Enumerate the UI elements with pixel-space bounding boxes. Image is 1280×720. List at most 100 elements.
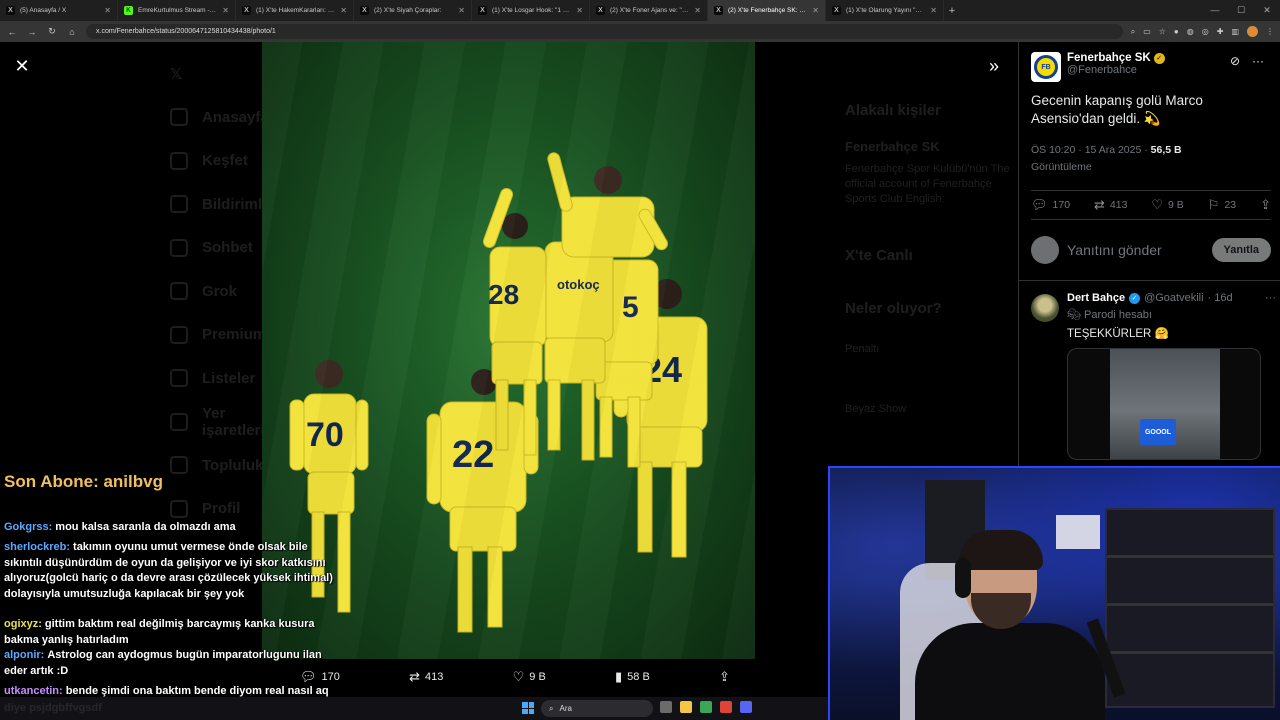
new-tab-icon[interactable]: + bbox=[944, 5, 960, 17]
repost-button[interactable]: ⇄ 413 bbox=[1094, 197, 1127, 213]
x-photo-viewer: 𝕏 Anasayfa Keşfet Bildirimler Sohbet Grok Prem… bbox=[0, 42, 1280, 720]
profile-avatar[interactable] bbox=[1247, 26, 1258, 37]
like-button[interactable]: ♡ 9 B bbox=[1151, 197, 1183, 213]
browser-tab[interactable]: X (2) X'te Fenerbahçe SK: "Gecen ✕ bbox=[708, 0, 826, 21]
repost-button[interactable]: ⇄ 413 bbox=[409, 669, 443, 685]
chrome-icon[interactable] bbox=[720, 701, 732, 713]
zoom-icon[interactable]: ⌕ bbox=[1131, 27, 1135, 37]
tweet-stats-bar: 💬︎ 170 ⇄ 413 ♡ 9 B ⚐ 23 ⇪ bbox=[1031, 190, 1271, 220]
nav-icon bbox=[170, 195, 188, 214]
chat-username: utkancetin: bbox=[4, 685, 63, 697]
browser-tab[interactable]: X (1) X'te Losgar Hook: "1 haftalık ✕ bbox=[472, 0, 590, 21]
extension-icons: ⌕ ▭ ☆ ● ◍ ◎ ✚ ▥ ⋮ bbox=[1131, 26, 1274, 37]
more-icon[interactable]: ··· bbox=[1252, 54, 1264, 68]
close-tab-icon[interactable]: ✕ bbox=[104, 6, 111, 15]
close-icon[interactable]: ✕ bbox=[10, 54, 34, 78]
reply-media[interactable]: GOOOL bbox=[1067, 348, 1261, 460]
sidebar-icon[interactable]: ▥ bbox=[1231, 27, 1239, 36]
app-icon[interactable] bbox=[700, 701, 712, 713]
close-tab-icon[interactable]: ✕ bbox=[812, 6, 819, 15]
file-explorer-icon[interactable] bbox=[680, 701, 692, 713]
fenerbahce-crest-icon: FB bbox=[1034, 55, 1058, 79]
close-tab-icon[interactable]: ✕ bbox=[930, 6, 937, 15]
chat-text: mou kalsa saranla da olmazdı ama bbox=[55, 521, 236, 533]
close-window-icon[interactable]: ✕ bbox=[1254, 0, 1280, 21]
cast-icon[interactable]: ▭ bbox=[1143, 27, 1151, 36]
bookmark-star-icon[interactable]: ☆ bbox=[1159, 27, 1166, 36]
media-caption: GOOOL bbox=[1140, 419, 1176, 445]
tab-title: (2) X'te Siyah Çoraplar: bbox=[374, 7, 442, 14]
extension-icon[interactable]: ◎ bbox=[1202, 27, 1209, 36]
browser-tab[interactable]: K EmreKurtulmus Stream - Watch ✕ bbox=[118, 0, 236, 21]
reply-input[interactable]: Yanıtını gönder bbox=[1067, 242, 1204, 258]
svg-text:24: 24 bbox=[642, 349, 682, 390]
views-button[interactable]: ▮ 58 B bbox=[615, 669, 650, 685]
url-field[interactable]: x.com/Fenerbahce/status/2000647125810434… bbox=[86, 24, 1123, 39]
task-view-icon[interactable] bbox=[660, 701, 672, 713]
reply-author-handle[interactable]: @Goatvekili bbox=[1144, 292, 1203, 304]
sidebar-item: Listeler bbox=[170, 357, 270, 401]
dimmed-right-column: Alakalı kişiler Fenerbahçe SK Fenerbahçe… bbox=[845, 42, 1020, 415]
tweet-author[interactable]: FB Fenerbahçe SK ✓ @Fenerbahce bbox=[1031, 52, 1165, 82]
discord-icon[interactable] bbox=[740, 701, 752, 713]
close-tab-icon[interactable]: ✕ bbox=[576, 6, 583, 15]
parody-label: 🎭︎ Parodi hesabı bbox=[1067, 308, 1276, 321]
reply-post[interactable]: ··· Dert Bahçe ✓ @Goatvekili · 16d 🎭︎ Pa… bbox=[1031, 292, 1276, 460]
bookmark-button[interactable]: ⚐ 23 bbox=[1208, 197, 1236, 213]
extension-icon[interactable]: ◍ bbox=[1187, 27, 1194, 36]
streamer-body bbox=[915, 623, 1105, 720]
share-button[interactable]: ⇪ bbox=[1260, 197, 1271, 213]
sidebar-item: Bildirimler bbox=[170, 183, 276, 227]
close-tab-icon[interactable]: ✕ bbox=[340, 6, 347, 15]
like-button[interactable]: ♡ 9 B bbox=[513, 669, 546, 685]
reload-icon[interactable]: ↻ bbox=[46, 26, 58, 37]
windows-start-icon[interactable] bbox=[522, 702, 534, 714]
close-tab-icon[interactable]: ✕ bbox=[222, 6, 229, 15]
browser-tab[interactable]: X (1) X'te Olarung Yayını "Yağız Sa ✕ bbox=[826, 0, 944, 21]
author-name-row: Fenerbahçe SK ✓ bbox=[1067, 52, 1165, 64]
taskbar-search-placeholder: Ara bbox=[559, 704, 572, 713]
collapse-panel-icon[interactable]: » bbox=[982, 54, 1006, 78]
extension-icon[interactable]: ● bbox=[1174, 27, 1179, 36]
browser-tab[interactable]: X (2) X'te Foner Ajans ve: "SON D ✕ bbox=[590, 0, 708, 21]
player-figure bbox=[482, 188, 547, 456]
tweet-time[interactable]: ÖS 10:20 · 15 Ara 2025 · bbox=[1031, 144, 1148, 156]
tweet-text: Gecenin kapanış golü Marco Asensio'dan g… bbox=[1031, 93, 1203, 126]
tab-title: (2) X'te Fenerbahçe SK: "Gecen bbox=[728, 7, 807, 14]
share-button[interactable]: ⇪ bbox=[719, 669, 730, 685]
maximize-icon[interactable]: ☐ bbox=[1228, 0, 1254, 21]
menu-icon[interactable]: ⋮ bbox=[1266, 27, 1274, 36]
author-handle[interactable]: @Fenerbahce bbox=[1067, 64, 1165, 76]
chat-username: sherlockreb: bbox=[4, 541, 71, 553]
chat-text: bende şimdi ona baktım bende diyom real … bbox=[65, 685, 329, 697]
trend-item: Penaltı bbox=[845, 343, 880, 355]
trending-title: Neler oluyor? bbox=[845, 300, 942, 317]
close-tab-icon[interactable]: ✕ bbox=[458, 6, 465, 15]
reply-button[interactable]: 💬︎ 170 bbox=[1031, 197, 1070, 213]
minimize-icon[interactable]: — bbox=[1202, 0, 1228, 21]
browser-tab[interactable]: X (2) X'te Siyah Çoraplar: ✕ bbox=[354, 0, 472, 21]
nav-icon bbox=[170, 282, 188, 301]
reply-author-avatar[interactable] bbox=[1031, 294, 1059, 322]
streamer-webcam bbox=[828, 466, 1280, 720]
player-figure bbox=[613, 279, 708, 558]
browser-tab[interactable]: X (1) X'te HakemKararları: "Ozan ✕ bbox=[236, 0, 354, 21]
puzzle-icon[interactable]: ✚ bbox=[1217, 27, 1224, 36]
more-icon[interactable]: ··· bbox=[1265, 292, 1276, 304]
share-icon: ⇪ bbox=[1260, 197, 1271, 212]
reply-author-name[interactable]: Dert Bahçe bbox=[1067, 292, 1125, 304]
author-name[interactable]: Fenerbahçe SK bbox=[1067, 52, 1151, 64]
taskbar-search[interactable]: ⌕ Ara bbox=[541, 700, 653, 717]
browser-tab[interactable]: X (5) Anasayfa / X ✕ bbox=[0, 0, 118, 21]
home-icon[interactable]: ⌂ bbox=[66, 27, 78, 37]
reply-submit-button[interactable]: Yanıtla bbox=[1211, 238, 1271, 262]
grok-icon[interactable]: ⊘ bbox=[1230, 54, 1240, 68]
player-figure bbox=[547, 152, 668, 258]
back-icon[interactable]: ← bbox=[6, 27, 18, 37]
close-tab-icon[interactable]: ✕ bbox=[694, 6, 701, 15]
forward-icon[interactable]: → bbox=[26, 27, 38, 37]
sidebar-item: Yer işaretleri bbox=[170, 400, 270, 444]
fenerbahce-avatar[interactable]: FB bbox=[1031, 52, 1061, 82]
views-count: 58 B bbox=[627, 671, 650, 683]
chat-text: gittim baktım real değilmiş barcaymış ka… bbox=[4, 618, 315, 646]
